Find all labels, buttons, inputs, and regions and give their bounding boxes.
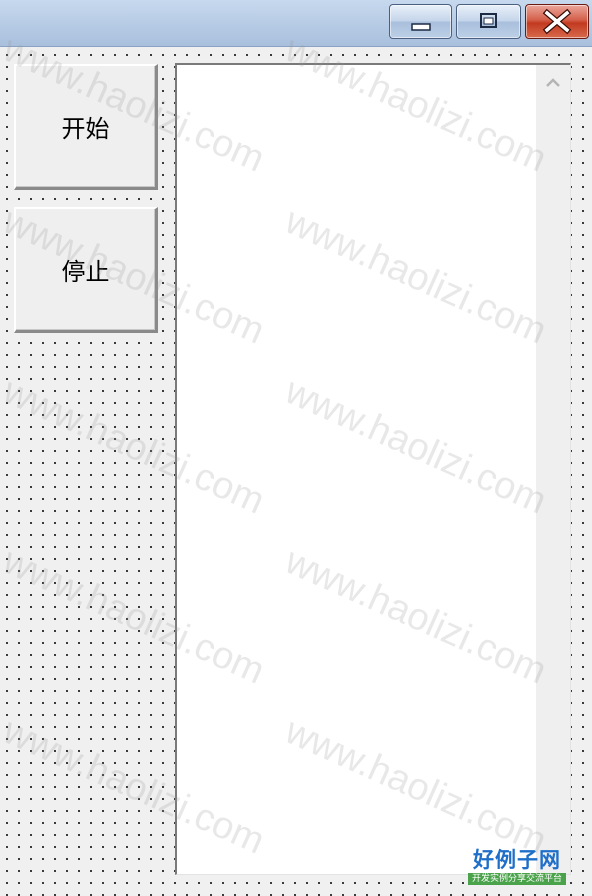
maximize-icon (480, 13, 497, 28)
maximize-button[interactable] (456, 4, 521, 39)
output-listbox[interactable] (175, 63, 571, 875)
stop-button[interactable]: 停止 (14, 207, 158, 333)
site-logo: 好例子网 开发实例分享交流平台 (468, 849, 566, 887)
stop-button-label: 停止 (61, 258, 110, 286)
close-icon (542, 8, 572, 35)
start-button[interactable]: 开始 (14, 64, 158, 190)
scroll-up-button[interactable] (536, 73, 570, 93)
close-button[interactable] (525, 4, 589, 39)
logo-subtitle: 开发实例分享交流平台 (468, 873, 566, 885)
start-button-label: 开始 (61, 115, 110, 143)
minimize-icon (411, 23, 431, 31)
chevron-up-icon (546, 78, 560, 87)
vertical-scrollbar[interactable] (536, 65, 570, 874)
title-bar[interactable] (0, 0, 592, 47)
minimize-button[interactable] (389, 4, 452, 39)
logo-title: 好例子网 (473, 847, 561, 872)
